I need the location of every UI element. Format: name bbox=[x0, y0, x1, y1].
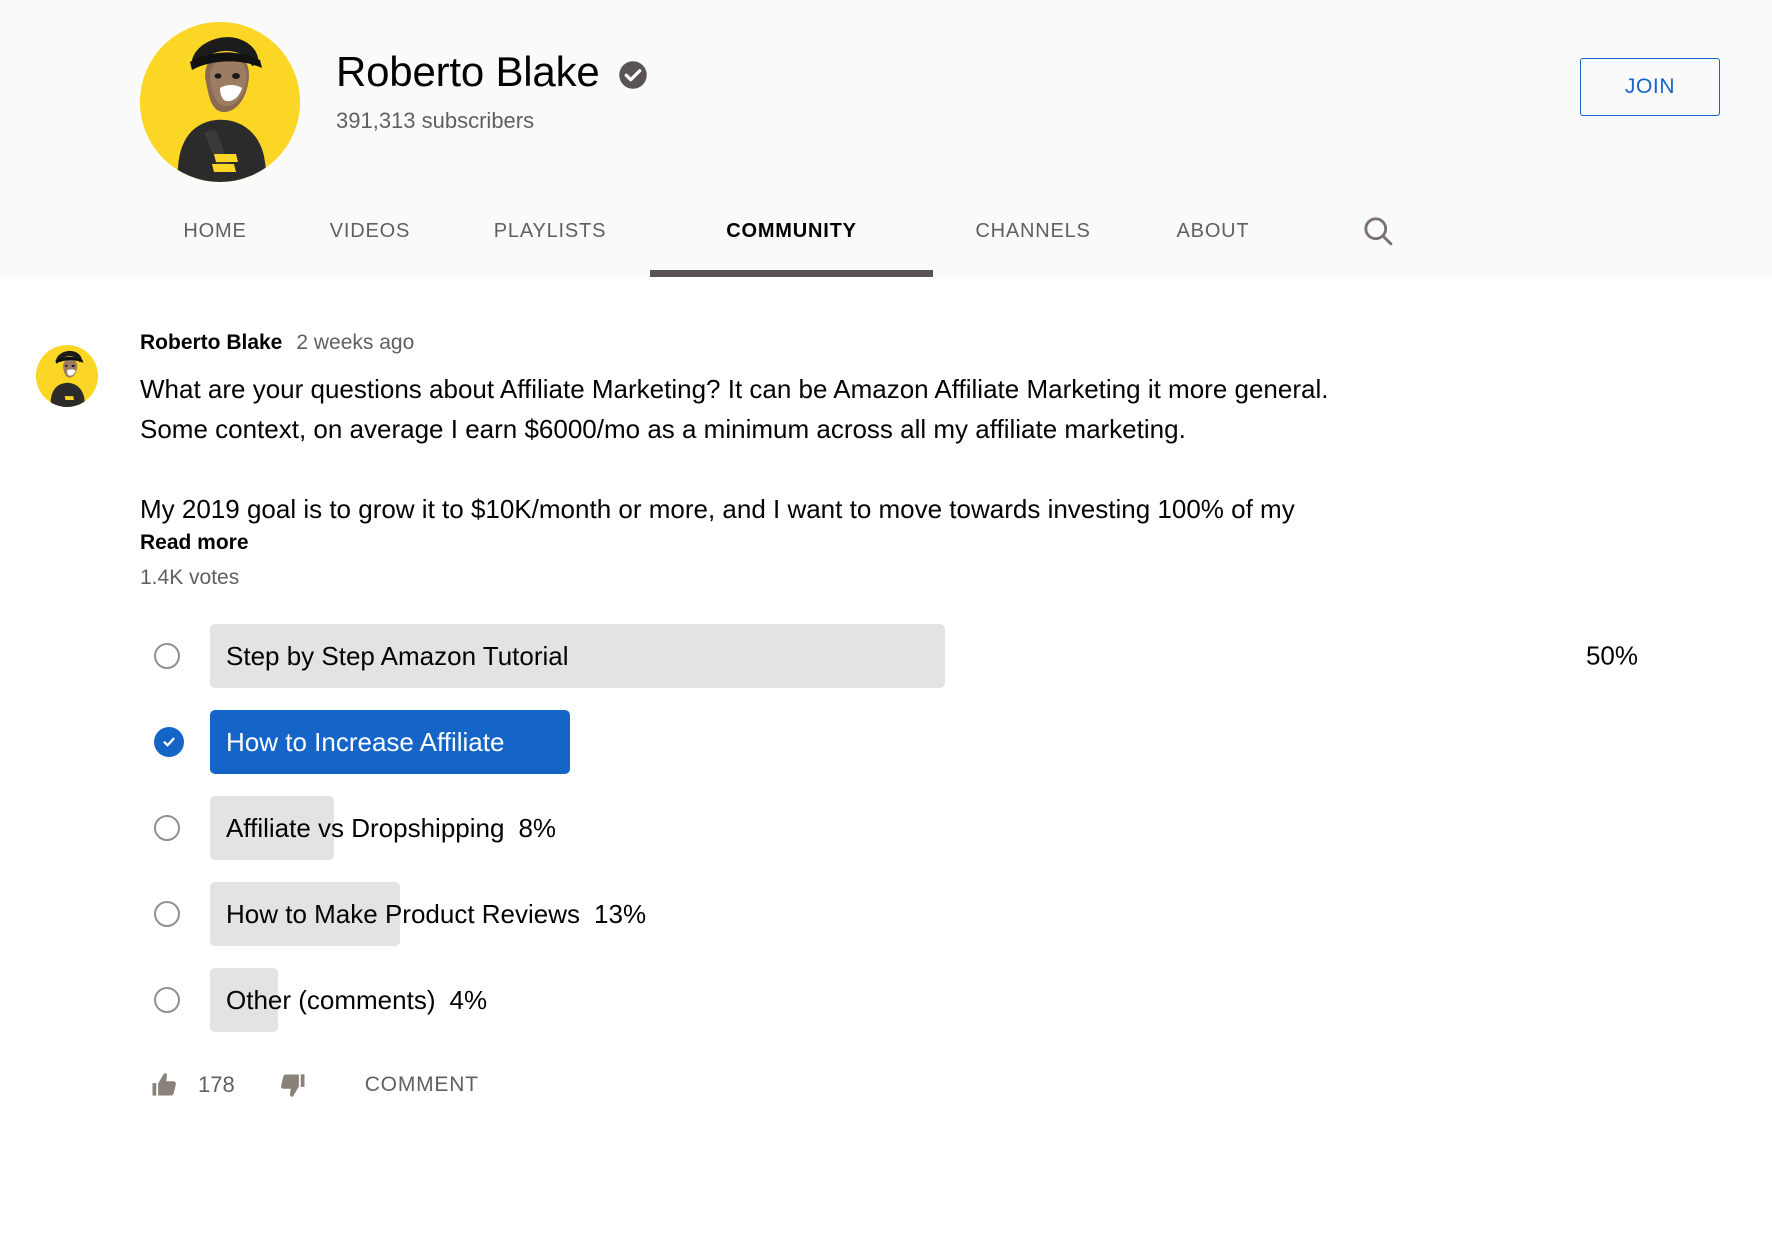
channel-tab-bar: HOME VIDEOS PLAYLISTS COMMUNITY CHANNELS… bbox=[0, 185, 1772, 277]
tab-playlists[interactable]: PLAYLISTS bbox=[450, 185, 650, 277]
tab-playlists-label: PLAYLISTS bbox=[493, 219, 607, 242]
tab-channels-label: CHANNELS bbox=[975, 219, 1091, 242]
dislike-button[interactable] bbox=[277, 1070, 307, 1100]
channel-meta: Roberto Blake 391,313 subscribers bbox=[336, 48, 648, 134]
poll-option-row[interactable]: Step by Step Amazon Tutorial 50% bbox=[146, 620, 1660, 692]
poll-option-percent: 13% bbox=[594, 898, 647, 929]
tab-videos[interactable]: VIDEOS bbox=[290, 185, 450, 277]
channel-avatar[interactable] bbox=[140, 22, 300, 182]
read-more-button[interactable]: Read more bbox=[140, 531, 1660, 555]
poll-option-track: How to Increase Affiliate bbox=[210, 710, 1660, 774]
poll-vote-count: 1.4K votes bbox=[140, 566, 240, 589]
poll: Step by Step Amazon Tutorial 50% How to … bbox=[146, 620, 1660, 1036]
channel-title-row: Roberto Blake bbox=[336, 48, 648, 95]
poll-option-label: How to Make Product Reviews bbox=[226, 898, 581, 929]
poll-option-percent: 50% bbox=[1585, 640, 1638, 671]
like-count: 178 bbox=[198, 1072, 235, 1097]
join-button[interactable]: JOIN bbox=[1580, 58, 1720, 116]
subscriber-count: 391,313 subscribers bbox=[336, 108, 535, 134]
post-author-avatar[interactable] bbox=[36, 345, 98, 407]
tab-community[interactable]: COMMUNITY bbox=[650, 185, 933, 277]
poll-option-row[interactable]: How to Make Product Reviews 13% bbox=[146, 878, 1660, 950]
tab-channels[interactable]: CHANNELS bbox=[933, 185, 1133, 277]
community-post: Roberto Blake 2 weeks ago What are your … bbox=[0, 277, 1772, 1100]
poll-option-label: Step by Step Amazon Tutorial bbox=[226, 640, 569, 671]
tab-community-label: COMMUNITY bbox=[726, 219, 857, 242]
verified-check-icon bbox=[618, 60, 648, 90]
search-icon[interactable] bbox=[1343, 185, 1413, 277]
post-actions: 178 COMMENT bbox=[150, 1070, 1660, 1100]
tab-home[interactable]: HOME bbox=[140, 185, 290, 277]
post-text-paragraph-2: My 2019 goal is to grow it to $10K/month… bbox=[140, 494, 1295, 524]
radio-unchecked-icon[interactable] bbox=[154, 987, 180, 1013]
post-author-avatar-image bbox=[36, 345, 98, 407]
channel-header: Roberto Blake 391,313 subscribers JOIN H… bbox=[0, 0, 1772, 277]
poll-option-track: Step by Step Amazon Tutorial 50% bbox=[210, 624, 1660, 688]
poll-option-percent: 4% bbox=[449, 984, 488, 1015]
radio-unchecked-icon[interactable] bbox=[154, 815, 180, 841]
poll-option-label: Other (comments) bbox=[226, 984, 436, 1015]
poll-option-label: Affiliate vs Dropshipping bbox=[226, 812, 505, 843]
tab-about-label: ABOUT bbox=[1176, 219, 1250, 242]
poll-option-row[interactable]: Other (comments) 4% bbox=[146, 964, 1660, 1036]
radio-unchecked-icon[interactable] bbox=[154, 901, 180, 927]
radio-checked-icon[interactable] bbox=[154, 727, 184, 757]
channel-avatar-image bbox=[140, 22, 300, 182]
channel-identity: Roberto Blake 391,313 subscribers bbox=[0, 0, 1772, 182]
post-body: Roberto Blake 2 weeks ago What are your … bbox=[140, 323, 1660, 1100]
tab-about[interactable]: ABOUT bbox=[1133, 185, 1293, 277]
tab-videos-label: VIDEOS bbox=[329, 219, 411, 242]
tab-home-label: HOME bbox=[183, 219, 247, 242]
post-text-paragraph-1: What are your questions about Affiliate … bbox=[140, 374, 1329, 444]
like-button[interactable]: 178 bbox=[150, 1070, 235, 1100]
channel-name: Roberto Blake bbox=[336, 48, 600, 95]
poll-option-track: Affiliate vs Dropshipping 8% bbox=[210, 796, 1660, 860]
radio-unchecked-icon[interactable] bbox=[154, 643, 180, 669]
post-author-name[interactable]: Roberto Blake bbox=[140, 331, 282, 355]
thumbs-up-icon bbox=[152, 1073, 176, 1096]
poll-option-row[interactable]: How to Increase Affiliate bbox=[146, 706, 1660, 778]
comment-button[interactable]: COMMENT bbox=[365, 1073, 479, 1097]
post-byline: Roberto Blake 2 weeks ago bbox=[140, 331, 1660, 355]
post-timestamp: 2 weeks ago bbox=[296, 331, 415, 354]
poll-option-track: Other (comments) 4% bbox=[210, 968, 1660, 1032]
poll-option-track: How to Make Product Reviews 13% bbox=[210, 882, 1660, 946]
poll-option-row[interactable]: Affiliate vs Dropshipping 8% bbox=[146, 792, 1660, 864]
poll-option-percent: 8% bbox=[518, 812, 557, 843]
poll-option-label: How to Increase Affiliate bbox=[226, 726, 505, 757]
thumbs-down-icon bbox=[280, 1074, 305, 1097]
